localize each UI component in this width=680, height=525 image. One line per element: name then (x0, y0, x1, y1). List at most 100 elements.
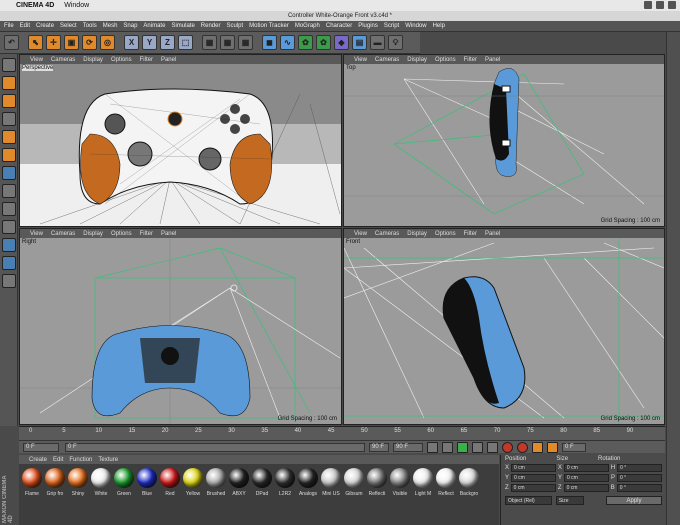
coord-mode-select[interactable]: Object (Rel) (505, 496, 552, 505)
material-swatch[interactable]: Reflecti (366, 464, 388, 525)
start-frame-field[interactable]: 0 F (23, 442, 59, 452)
position-x-field[interactable]: 0 cm (511, 464, 556, 472)
vp-menu-filter[interactable]: Filter (140, 231, 153, 237)
menu-tools[interactable]: Tools (83, 23, 97, 29)
vp-menu-filter[interactable]: Filter (464, 57, 477, 63)
menu-mesh[interactable]: Mesh (103, 23, 118, 29)
locked-workplane-icon[interactable] (2, 256, 16, 270)
rotation-p-field[interactable]: 0 ° (617, 474, 662, 482)
z-axis-icon[interactable]: Z (160, 35, 175, 50)
material-swatch[interactable]: Gibsum (343, 464, 365, 525)
snap-icon[interactable] (2, 220, 16, 234)
menu-help[interactable]: Help (433, 23, 445, 29)
tweak-icon[interactable] (2, 202, 16, 216)
menu-render[interactable]: Render (201, 23, 221, 29)
vp-menu-view[interactable]: View (30, 231, 43, 237)
menu-edit[interactable]: Edit (20, 23, 30, 29)
material-swatch[interactable]: Flame (21, 464, 43, 525)
keyframe-options-icon[interactable] (532, 441, 543, 453)
array-icon[interactable]: ✿ (316, 35, 331, 50)
menu-animate[interactable]: Animate (143, 23, 165, 29)
position-z-field[interactable]: 0 cm (510, 484, 556, 492)
autokey-icon[interactable] (517, 441, 528, 453)
menu-window[interactable]: Window (405, 23, 426, 29)
mat-menu-edit[interactable]: Edit (53, 457, 63, 463)
mat-menu-create[interactable]: Create (29, 457, 47, 463)
select-icon[interactable]: ⬉ (28, 35, 43, 50)
mat-menu-function[interactable]: Function (69, 457, 92, 463)
material-swatch[interactable]: Backgro (458, 464, 480, 525)
vp-menu-options[interactable]: Options (111, 57, 132, 63)
undo-icon[interactable]: ↶ (4, 35, 19, 50)
material-swatch[interactable]: White (90, 464, 112, 525)
x-axis-icon[interactable]: X (124, 35, 139, 50)
vp-menu-cameras[interactable]: Cameras (375, 231, 399, 237)
vp-menu-display[interactable]: Display (407, 231, 427, 237)
vp-menu-panel[interactable]: Panel (161, 231, 176, 237)
vp-menu-view[interactable]: View (354, 231, 367, 237)
menu-file[interactable]: File (4, 23, 14, 29)
menu-simulate[interactable]: Simulate (171, 23, 194, 29)
camera-icon[interactable]: ▬ (370, 35, 385, 50)
status-icon[interactable] (668, 1, 676, 9)
material-swatch[interactable]: DPad (251, 464, 273, 525)
size-y-field[interactable]: 0 cm (564, 474, 609, 482)
size-mode-select[interactable]: Size (555, 496, 585, 505)
rotation-h-field[interactable]: 0 ° (617, 464, 662, 472)
points-mode-icon[interactable] (2, 130, 16, 144)
spline-icon[interactable]: ∿ (280, 35, 295, 50)
material-swatch[interactable]: Mini US (320, 464, 342, 525)
timeline[interactable]: 0 5 10 15 20 25 30 35 40 45 50 55 60 65 70 75 80 85 90 (19, 426, 665, 440)
material-swatch[interactable]: Analogs (297, 464, 319, 525)
vp-menu-view[interactable]: View (354, 57, 367, 63)
render-picture-icon[interactable]: ▦ (220, 35, 235, 50)
snap-settings-icon[interactable] (2, 238, 16, 252)
y-axis-icon[interactable]: Y (142, 35, 157, 50)
scene-icon[interactable]: ▤ (352, 35, 367, 50)
axis-mode-icon[interactable] (2, 184, 16, 198)
material-swatch[interactable]: Red (159, 464, 181, 525)
preview-end-field[interactable]: 90 F (393, 442, 423, 452)
vp-menu-display[interactable]: Display (83, 231, 103, 237)
viewport-top[interactable]: View Cameras Display Options Filter Pane… (343, 54, 665, 227)
material-swatch[interactable]: Blue (136, 464, 158, 525)
live-select-icon[interactable]: ◎ (100, 35, 115, 50)
cube-icon[interactable]: ◼ (262, 35, 277, 50)
menu-script[interactable]: Script (384, 23, 399, 29)
render-view-icon[interactable]: ▦ (202, 35, 217, 50)
vp-menu-view[interactable]: View (30, 57, 43, 63)
vp-menu-display[interactable]: Display (83, 57, 103, 63)
viewport-right[interactable]: View Cameras Display Options Filter Pane… (19, 228, 342, 425)
material-swatch[interactable]: Shiny (67, 464, 89, 525)
make-editable-icon[interactable] (2, 58, 16, 72)
menu-select[interactable]: Select (60, 23, 77, 29)
current-frame-slider[interactable]: 0 F (65, 442, 365, 452)
coord-system-icon[interactable]: ⬚ (178, 35, 193, 50)
menu-sculpt[interactable]: Sculpt (226, 23, 243, 29)
next-key-icon[interactable] (472, 441, 483, 453)
mat-menu-texture[interactable]: Texture (98, 457, 118, 463)
status-icon[interactable] (656, 1, 664, 9)
vp-menu-display[interactable]: Display (407, 57, 427, 63)
goto-start-icon[interactable] (427, 441, 438, 453)
size-z-field[interactable]: 0 cm (563, 484, 609, 492)
vp-menu-filter[interactable]: Filter (464, 231, 477, 237)
material-swatch[interactable]: Brushed (205, 464, 227, 525)
prev-key-icon[interactable] (442, 441, 453, 453)
rotate-icon[interactable]: ⟳ (82, 35, 97, 50)
size-x-field[interactable]: 0 cm (563, 464, 609, 472)
status-icon[interactable] (644, 1, 652, 9)
mac-window-menu[interactable]: Window (64, 2, 89, 9)
vp-menu-panel[interactable]: Panel (485, 231, 500, 237)
apply-button[interactable]: Apply (606, 496, 662, 505)
app-menu[interactable]: CINEMA 4D (16, 2, 54, 9)
vp-menu-filter[interactable]: Filter (140, 57, 153, 63)
position-y-field[interactable]: 0 cm (511, 474, 556, 482)
frame-field[interactable]: 0 F (562, 442, 586, 452)
material-swatch[interactable]: Yellow (182, 464, 204, 525)
menu-motion-tracker[interactable]: Motion Tracker (249, 23, 289, 29)
edges-mode-icon[interactable] (2, 148, 16, 162)
vp-menu-panel[interactable]: Panel (485, 57, 500, 63)
viewport-front[interactable]: View Cameras Display Options Filter Pane… (343, 228, 665, 425)
end-frame-field[interactable]: 90 F (369, 442, 389, 452)
